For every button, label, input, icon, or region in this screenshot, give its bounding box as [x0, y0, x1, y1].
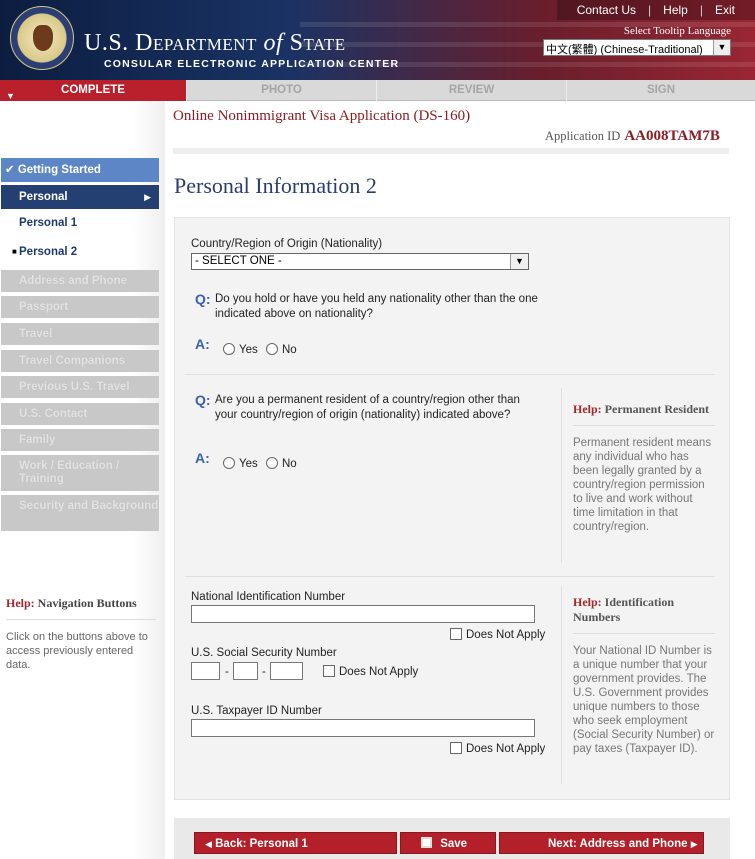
other-nationality-no-radio[interactable] — [266, 343, 278, 355]
question-other-nationality: Do you hold or have you held any nationa… — [215, 293, 538, 320]
sidebar-item-getting-started[interactable]: ✔ Getting Started — [1, 158, 159, 182]
permanent-resident-yes-radio[interactable] — [223, 457, 235, 469]
answer-marker: A: — [195, 450, 210, 466]
save-button[interactable]: Save — [400, 832, 496, 854]
checkmark-icon: ✔ — [5, 164, 15, 176]
department-subtitle: CONSULAR ELECTRONIC APPLICATION CENTER — [104, 58, 400, 70]
exit-link[interactable]: Exit — [703, 3, 747, 17]
section-divider — [185, 576, 715, 577]
help-title: Help: Navigation Buttons — [6, 596, 137, 610]
page-title: Personal Information 2 — [174, 173, 377, 198]
help-separator — [561, 388, 562, 563]
ssn-does-not-apply-checkbox[interactable] — [323, 665, 335, 677]
title-divider — [173, 148, 729, 154]
ssn-part-2-input[interactable] — [233, 662, 258, 680]
permanent-resident-no-radio[interactable] — [266, 457, 278, 469]
question-permanent-resident: Are you a permanent resident of a countr… — [215, 394, 520, 421]
does-not-apply-label: Does Not Apply — [466, 629, 546, 641]
no-label: No — [282, 344, 297, 356]
caret-left-icon: ◀ — [205, 839, 212, 849]
caret-right-icon: ▶ — [690, 839, 698, 849]
application-id: Application ID AA008TAM7B — [545, 128, 720, 144]
tooltip-language-label: Select Tooltip Language — [623, 25, 731, 37]
sidebar-item-travel: Travel — [1, 323, 159, 345]
ssn-separator: - — [225, 666, 229, 678]
contact-us-link[interactable]: Contact Us — [565, 3, 648, 17]
bullet-icon: ■ — [12, 247, 17, 256]
help-separator — [561, 586, 562, 784]
ssn-part-3-input[interactable] — [270, 662, 303, 680]
ssn-separator: - — [262, 666, 266, 678]
sidebar-item-personal[interactable]: Personal ▶ — [1, 185, 159, 209]
chevron-down-icon: ▼ — [510, 254, 528, 269]
sidebar-item-previous-us-travel: Previous U.S. Travel — [1, 376, 159, 398]
does-not-apply-label: Does Not Apply — [466, 743, 546, 755]
yes-label: Yes — [239, 344, 258, 356]
sidebar-item-us-contact: U.S. Contact — [1, 403, 159, 425]
application-title: Online Nonimmigrant Visa Application (DS… — [173, 108, 471, 124]
sidebar-item-personal-2[interactable]: ■ Personal 2 — [1, 241, 159, 263]
answer-marker: A: — [195, 336, 210, 352]
no-label: No — [282, 458, 297, 470]
nationality-select[interactable]: - SELECT ONE - ▼ — [191, 253, 529, 270]
sidebar-item-travel-companions: Travel Companions — [1, 350, 159, 372]
sidebar-item-passport: Passport — [1, 296, 159, 318]
chevron-down-icon: ▼ — [713, 40, 730, 55]
department-seal-icon — [10, 6, 74, 70]
help-link[interactable]: Help — [651, 3, 700, 17]
sidebar-item-work-education: Work / Education / Training — [1, 455, 159, 491]
back-button[interactable]: ◀ Back: Personal 1 — [194, 832, 397, 854]
step-review: REVIEW — [377, 80, 567, 101]
save-icon — [421, 837, 432, 848]
progress-steps: ▼ COMPLETE PHOTO REVIEW SIGN — [0, 80, 755, 101]
national-id-label: National Identification Number — [191, 591, 346, 603]
taxpayer-id-input[interactable] — [191, 719, 535, 737]
step-sign: SIGN — [646, 84, 676, 96]
question-marker: Q: — [195, 291, 211, 307]
step-complete: ▼ COMPLETE — [0, 80, 187, 101]
help-body: Click on the buttons above to access pre… — [6, 631, 148, 671]
sidebar-item-address-phone: Address and Phone — [1, 270, 159, 292]
sidebar-item-security-background: Security and Background — [1, 495, 159, 531]
ssn-label: U.S. Social Security Number — [191, 647, 337, 659]
national-id-does-not-apply-checkbox[interactable] — [450, 628, 462, 640]
other-nationality-yes-radio[interactable] — [223, 343, 235, 355]
sidebar-item-personal-1[interactable]: Personal 1 — [1, 212, 159, 234]
form-panel: Country/Region of Origin (Nationality) -… — [174, 217, 730, 800]
nationality-label: Country/Region of Origin (Nationality) — [191, 238, 383, 250]
form-navigation-bar: ◀ Back: Personal 1 Save Next: Address an… — [174, 818, 730, 859]
next-button[interactable]: Next: Address and Phone ▶ — [499, 832, 704, 854]
section-divider — [185, 374, 715, 375]
caret-right-icon: ▶ — [144, 192, 151, 202]
top-links: Contact Us | Help | Exit — [556, 0, 755, 20]
ssn-part-1-input[interactable] — [191, 662, 220, 680]
tooltip-language-select[interactable]: 中文(繁體) (Chinese-Traditional) ▼ — [543, 39, 731, 56]
question-marker: Q: — [195, 392, 211, 408]
taxpayer-id-label: U.S. Taxpayer ID Number — [191, 705, 322, 717]
national-id-input[interactable] — [191, 605, 535, 623]
department-title: U.S. DEPARTMENT of STATE — [84, 30, 346, 56]
sidebar-item-family: Family — [1, 429, 159, 451]
yes-label: Yes — [239, 458, 258, 470]
help-identification-numbers: Help: Identification Numbers Your Nation… — [573, 595, 715, 755]
site-header: Contact Us | Help | Exit U.S. DEPARTMENT… — [0, 0, 755, 80]
step-photo: PHOTO — [187, 80, 377, 101]
help-navigation-buttons: Help: Navigation Buttons Click on the bu… — [6, 596, 156, 672]
does-not-apply-label: Does Not Apply — [339, 666, 419, 678]
taxpayer-does-not-apply-checkbox[interactable] — [450, 742, 462, 754]
help-permanent-resident: Help: Permanent Resident Permanent resid… — [573, 402, 715, 534]
